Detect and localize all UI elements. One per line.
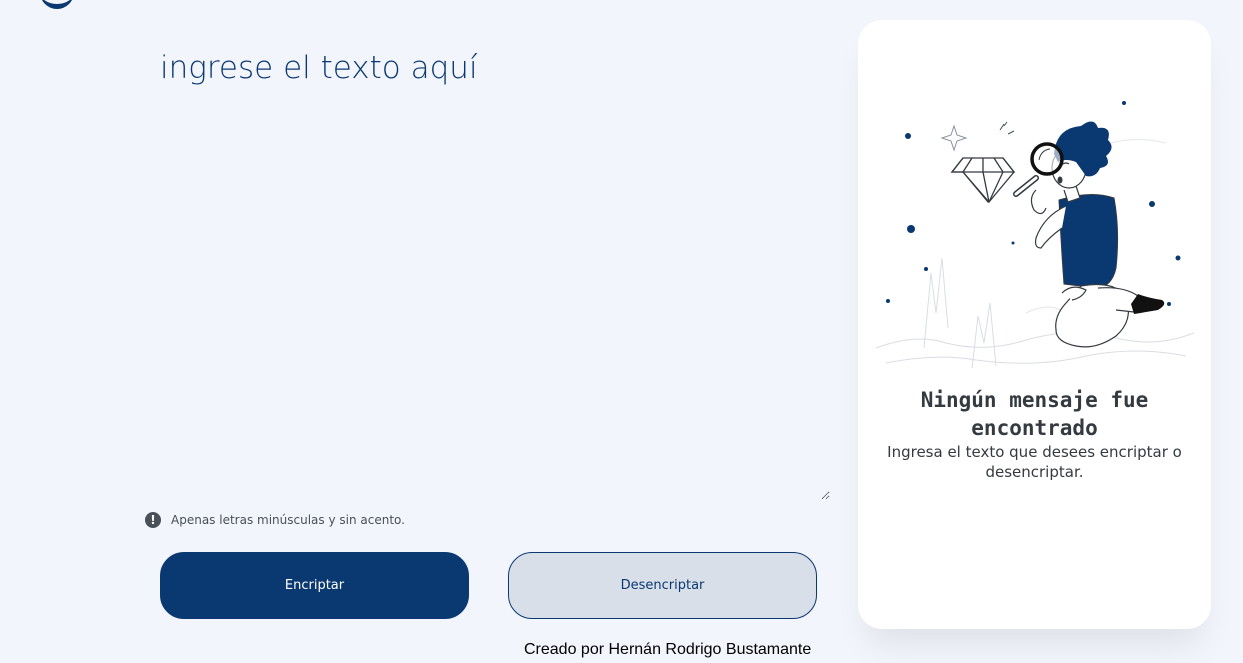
hint-text: Apenas letras minúsculas y sin acento. [171, 513, 405, 527]
text-input[interactable] [160, 42, 830, 500]
result-title: Ningún mensaje fue encontrado [920, 388, 1149, 440]
author-credit: Creado por Hernán Rodrigo Bustamante [524, 641, 812, 658]
exclamation-circle-icon: ! [145, 512, 161, 528]
decrypt-button[interactable]: Desencriptar [508, 552, 817, 619]
result-description: Ingresa el texto que desees encriptar o … [887, 443, 1182, 481]
result-panel: Ningún mensaje fue encontrado Ingresa el… [858, 20, 1211, 629]
page: ! Apenas letras minúsculas y sin acento.… [0, 0, 1243, 663]
boy-with-magnifying-glass-illustration [876, 101, 1194, 369]
encrypt-button[interactable]: Encriptar [160, 552, 469, 619]
logo [40, 0, 74, 9]
input-hint: ! Apenas letras minúsculas y sin acento. [145, 512, 405, 528]
